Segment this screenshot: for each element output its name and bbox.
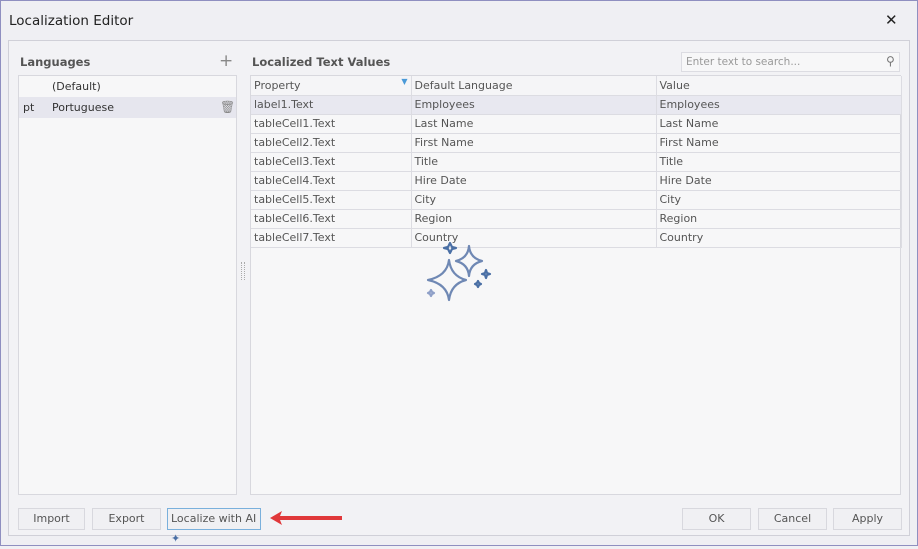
cell-property[interactable]: tableCell7.Text <box>251 228 412 248</box>
cell-value[interactable]: Title <box>656 152 902 172</box>
cell-default-language[interactable]: Employees <box>411 95 657 115</box>
cell-default-language[interactable]: Last Name <box>411 114 657 134</box>
cell-property[interactable]: label1.Text <box>251 95 412 115</box>
sparkle-icon: ✦ <box>171 532 181 545</box>
cell-property[interactable]: tableCell6.Text <box>251 209 412 229</box>
languages-list: (Default) pt Portuguese 🗑 <box>18 75 237 495</box>
cancel-button[interactable]: Cancel <box>758 508 827 530</box>
close-icon[interactable]: ✕ <box>885 11 898 29</box>
add-language-icon[interactable]: + <box>219 51 233 71</box>
ok-button[interactable]: OK <box>682 508 751 530</box>
cell-property[interactable]: tableCell1.Text <box>251 114 412 134</box>
language-item-portuguese[interactable]: pt Portuguese 🗑 <box>19 97 236 118</box>
column-header-default-language[interactable]: Default Language <box>411 76 657 96</box>
trash-icon[interactable]: 🗑 <box>220 97 235 118</box>
cell-value[interactable]: Hire Date <box>656 171 902 191</box>
values-grid: Property ▼ Default Language Value label1.… <box>250 75 902 495</box>
language-code: pt <box>23 101 35 114</box>
cell-value[interactable]: Country <box>656 228 902 248</box>
export-button[interactable]: Export <box>92 508 161 530</box>
cell-value[interactable]: Region <box>656 209 902 229</box>
splitter-handle[interactable] <box>241 262 245 280</box>
window-title: Localization Editor <box>9 13 134 29</box>
cell-default-language[interactable]: First Name <box>411 133 657 153</box>
search-input[interactable]: Enter text to search... <box>681 52 900 72</box>
language-name: Portuguese <box>52 101 114 114</box>
cell-property[interactable]: tableCell2.Text <box>251 133 412 153</box>
button-label: Localize with AI <box>171 512 257 525</box>
cell-default-language[interactable]: City <box>411 190 657 210</box>
table-row[interactable]: tableCell2.Text First Name First Name <box>251 133 902 153</box>
cell-value[interactable]: Employees <box>656 95 902 115</box>
localize-with-ai-button[interactable]: Localize with AI ✦ <box>167 508 261 545</box>
apply-button[interactable]: Apply <box>833 508 902 530</box>
cell-value[interactable]: First Name <box>656 133 902 153</box>
cell-value[interactable]: City <box>656 190 902 210</box>
table-row[interactable]: tableCell1.Text Last Name Last Name <box>251 114 902 134</box>
table-row[interactable]: label1.Text Employees Employees <box>251 95 902 115</box>
language-name: (Default) <box>52 80 101 93</box>
cell-property[interactable]: tableCell5.Text <box>251 190 412 210</box>
cell-property[interactable]: tableCell3.Text <box>251 152 412 172</box>
cell-default-language[interactable]: Title <box>411 152 657 172</box>
cell-value[interactable]: Last Name <box>656 114 902 134</box>
cell-default-language[interactable]: Region <box>411 209 657 229</box>
table-row[interactable]: tableCell6.Text Region Region <box>251 209 902 229</box>
column-header-value[interactable]: Value <box>656 76 902 96</box>
table-row[interactable]: tableCell7.Text Country Country <box>251 228 902 248</box>
red-arrow-annotation <box>270 511 342 525</box>
import-button[interactable]: Import <box>18 508 85 530</box>
values-header: Localized Text Values <box>252 55 391 69</box>
language-item-default[interactable]: (Default) <box>19 76 236 97</box>
filter-icon[interactable]: ▼ <box>401 77 407 86</box>
search-icon: ⚲ <box>886 54 895 68</box>
ai-sparkles-icon <box>426 241 492 302</box>
column-header-property[interactable]: Property ▼ <box>251 76 412 96</box>
languages-header: Languages <box>20 55 91 69</box>
column-label: Property <box>254 78 301 92</box>
table-row[interactable]: tableCell5.Text City City <box>251 190 902 210</box>
table-row[interactable]: tableCell4.Text Hire Date Hire Date <box>251 171 902 191</box>
table-row[interactable]: tableCell3.Text Title Title <box>251 152 902 172</box>
cell-default-language[interactable]: Hire Date <box>411 171 657 191</box>
cell-property[interactable]: tableCell4.Text <box>251 171 412 191</box>
